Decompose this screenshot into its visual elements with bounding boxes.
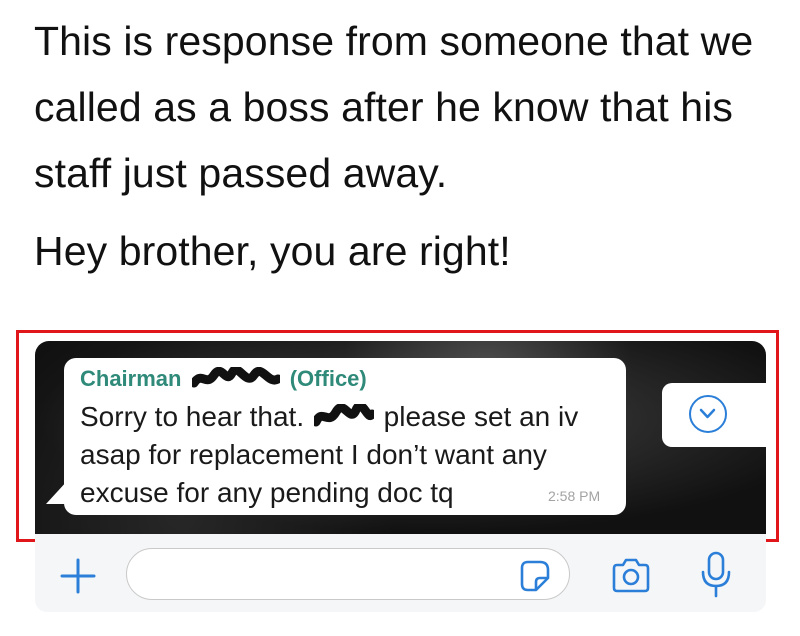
- post-paragraph-2: Hey brother, you are right!: [34, 228, 511, 274]
- plus-icon[interactable]: [58, 556, 98, 596]
- message-timestamp: 2:58 PM: [548, 488, 601, 504]
- scroll-down-button[interactable]: [662, 383, 766, 447]
- message-text: Sorry to hear that. please set an iv asa…: [80, 398, 610, 512]
- redaction-scribble: [191, 367, 280, 388]
- microphone-icon[interactable]: [698, 550, 734, 600]
- post-text: This is response from someone that we ca…: [34, 8, 774, 284]
- sender-prefix: Chairman: [80, 366, 182, 391]
- chevron-down-circle-icon: [689, 395, 727, 433]
- message-input[interactable]: [126, 548, 570, 600]
- message-part-1: Sorry to hear that.: [80, 401, 305, 432]
- redaction-scribble-inline: [313, 404, 374, 427]
- sticker-icon[interactable]: [516, 558, 552, 594]
- sender-suffix: (Office): [289, 366, 367, 391]
- camera-icon[interactable]: [608, 556, 654, 596]
- post-paragraph-1: This is response from someone that we ca…: [34, 18, 754, 196]
- sender-name: Chairman (Office): [80, 366, 367, 392]
